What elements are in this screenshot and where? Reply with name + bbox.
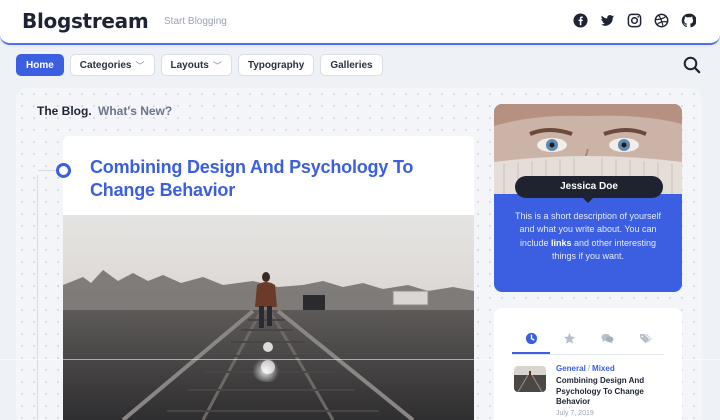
star-icon <box>563 332 575 344</box>
posts-widget: General / Mixed Combining Design And Psych… <box>494 308 682 420</box>
social-links <box>573 13 696 28</box>
facebook-icon[interactable] <box>573 13 588 28</box>
post-subcategory-label[interactable]: Mixed <box>592 364 615 373</box>
instagram-icon[interactable] <box>627 13 642 28</box>
scroll-divider <box>0 359 720 360</box>
site-logo[interactable]: Blogstream <box>22 9 149 33</box>
github-icon[interactable] <box>681 13 696 28</box>
post-category-label[interactable]: General <box>556 364 586 373</box>
article-card: Combining Design And Psychology To Chang… <box>63 136 474 420</box>
profile-name-pointer <box>583 198 593 203</box>
tab-popular[interactable] <box>550 328 588 354</box>
blog-heading: The Blog. What's New? <box>37 104 172 118</box>
nav-layouts-dropdown[interactable]: Layouts ﹀ <box>160 54 232 76</box>
widget-tabs <box>512 328 664 354</box>
clock-icon <box>525 332 537 345</box>
site-tagline: Start Blogging <box>164 16 227 27</box>
timeline-connector <box>38 170 56 171</box>
timeline-dot <box>56 163 71 178</box>
tab-recent[interactable] <box>512 328 550 354</box>
article-image[interactable] <box>63 215 474 420</box>
nav-categories-dropdown[interactable]: Categories ﹀ <box>69 54 155 76</box>
profile-card: Jessica Doe This is a short description … <box>494 104 682 292</box>
dribbble-icon[interactable] <box>654 13 669 28</box>
search-icon[interactable] <box>682 55 702 75</box>
tags-icon <box>639 334 652 344</box>
blog-heading-subtitle: What's New? <box>98 104 173 118</box>
site-header: Blogstream Start Blogging <box>0 0 720 45</box>
blog-heading-title: The Blog. <box>37 104 92 118</box>
tab-comments[interactable] <box>588 328 626 354</box>
profile-name: Jessica Doe <box>515 176 663 198</box>
post-category-separator: / <box>587 364 591 373</box>
nav-categories-label: Categories <box>79 59 132 71</box>
chevron-down-icon: ﹀ <box>135 60 145 71</box>
tab-tags[interactable] <box>626 328 664 354</box>
nav-typography-button[interactable]: Typography <box>237 54 315 76</box>
profile-description: This is a short description of yourself … <box>512 210 664 264</box>
main-nav: Home Categories ﹀ Layouts ﹀ Typography G… <box>16 54 383 76</box>
post-thumbnail[interactable] <box>514 366 546 392</box>
post-category[interactable]: General / Mixed <box>556 364 615 373</box>
post-title[interactable]: Combining Design And Psychology To Chang… <box>556 376 668 408</box>
post-date: July 7, 2019 <box>556 410 594 417</box>
nav-galleries-label: Galleries <box>330 59 373 71</box>
profile-description-link[interactable]: links <box>551 238 572 248</box>
timeline-line <box>37 175 38 420</box>
nav-typography-label: Typography <box>247 59 305 71</box>
nav-home-label: Home <box>26 59 54 71</box>
chevron-down-icon: ﹀ <box>212 60 222 71</box>
comments-icon <box>600 333 613 344</box>
twitter-icon[interactable] <box>600 13 615 28</box>
nav-galleries-button[interactable]: Galleries <box>320 54 383 76</box>
article-title[interactable]: Combining Design And Psychology To Chang… <box>90 156 460 202</box>
widget-tabs-divider <box>512 354 664 355</box>
nav-home-button[interactable]: Home <box>16 54 64 76</box>
nav-layouts-label: Layouts <box>170 59 209 71</box>
